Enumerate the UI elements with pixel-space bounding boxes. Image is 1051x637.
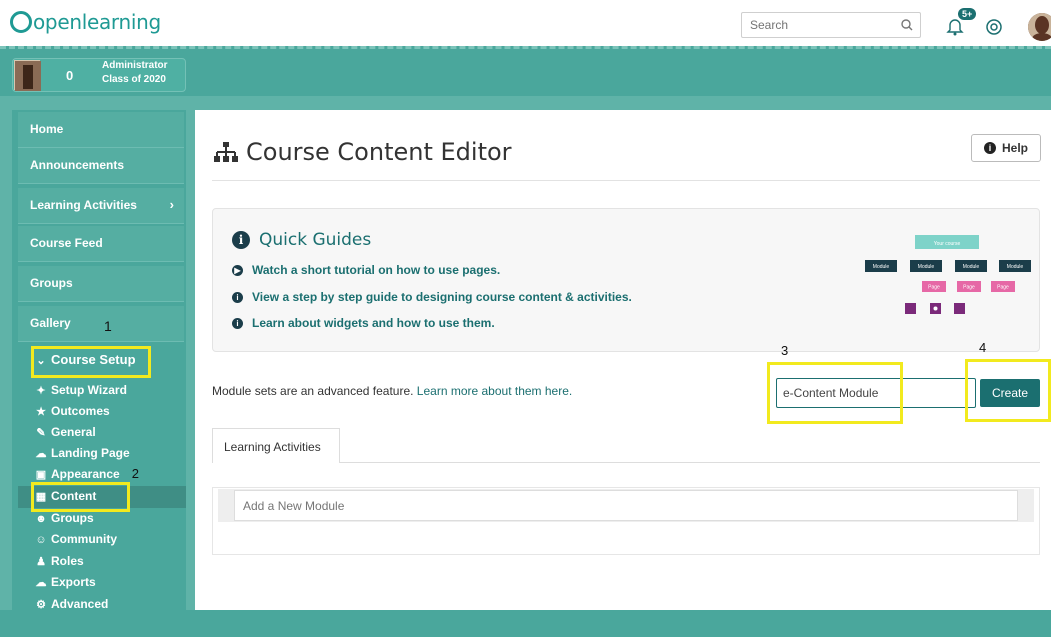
search-input[interactable] <box>742 13 892 37</box>
annotation-4: 4 <box>979 340 987 355</box>
tab-learning-activities[interactable]: Learning Activities <box>212 428 340 463</box>
quick-guides-title-text: Quick Guides <box>259 230 372 250</box>
sidebar-item-label: Advanced <box>51 597 109 611</box>
search-icon[interactable] <box>900 18 914 32</box>
notification-badge: 5+ <box>958 8 977 20</box>
sidebar-item-label: Outcomes <box>51 404 110 418</box>
help-button-label: Help <box>1001 141 1028 155</box>
openlearning-logo[interactable]: openlearning <box>10 8 161 36</box>
sidebar-item-home[interactable]: Home <box>18 112 184 148</box>
user-icon: ♟ <box>36 556 46 568</box>
edit-icon: ✎ <box>36 427 46 439</box>
sidebar-item-setup-wizard[interactable]: ✦ Setup Wizard <box>34 380 184 400</box>
quick-guides-title: i Quick Guides <box>232 230 371 250</box>
sidebar-item-gallery[interactable]: Gallery <box>18 306 184 342</box>
course-structure-diagram: Your course Module Module Module Module … <box>865 235 1031 314</box>
diagram-page-label: Page <box>928 285 940 291</box>
guide-link-text: View a step by step guide to designing c… <box>252 290 632 304</box>
diagram-module-label: Module <box>873 264 890 270</box>
sidebar-item-roles[interactable]: ♟ Roles <box>34 551 184 571</box>
help-button[interactable]: i Help <box>971 134 1041 162</box>
module-sets-note: Module sets are an advanced feature. Lea… <box>212 384 572 398</box>
annotation-box-create <box>965 359 1051 422</box>
page-title-text: Course Content Editor <box>246 138 512 166</box>
sidebar-item-label: Home <box>30 122 64 136</box>
add-module-input[interactable] <box>234 490 1018 521</box>
sidebar-item-label: Landing Page <box>51 446 130 460</box>
sidebar-item-general[interactable]: ✎ General <box>34 422 184 442</box>
user-role-info: Administrator Class of 2020 <box>102 59 168 87</box>
diagram-module-label: Module <box>918 264 935 270</box>
annotation-1: 1 <box>104 318 112 334</box>
sidebar-item-outcomes[interactable]: ★ Outcomes <box>34 401 184 421</box>
sidebar-item-label: Community <box>51 532 117 546</box>
sidebar-item-landing-page[interactable]: ☁ Landing Page <box>34 443 184 463</box>
smile-icon: ☺ <box>35 534 47 546</box>
sidebar-item-label: Exports <box>51 575 96 589</box>
logo-ring-icon <box>10 11 32 33</box>
guide-link-widgets[interactable]: i Learn about widgets and how to use them… <box>232 316 495 330</box>
sidebar-item-label: Setup Wizard <box>51 383 127 397</box>
sidebar-item-label: Groups <box>30 276 73 290</box>
sidebar-item-label: Groups <box>51 511 94 525</box>
diagram-module-label: Module <box>1007 264 1024 270</box>
star-icon: ★ <box>36 406 46 418</box>
users-icon: ☻ <box>35 513 47 525</box>
sidebar-item-course-feed[interactable]: Course Feed <box>18 226 184 262</box>
chevron-right-icon: › <box>169 197 174 212</box>
user-points: 0 <box>66 68 74 83</box>
annotation-box-module-input <box>767 362 903 424</box>
logo-text: openlearning <box>33 10 161 34</box>
sidebar-item-community[interactable]: ☺ Community <box>34 529 184 549</box>
info-icon: i <box>232 317 243 329</box>
sidebar-item-announcements[interactable]: Announcements <box>18 148 184 184</box>
support-icon[interactable] <box>985 18 1003 36</box>
info-icon: i <box>232 231 250 249</box>
footer-strip <box>0 610 1051 637</box>
diagram-page-label: Page <box>963 285 975 291</box>
sidebar-item-label: Course Feed <box>30 236 103 250</box>
sitemap-icon <box>214 142 238 162</box>
divider <box>212 180 1040 181</box>
diagram-module-label: Module <box>963 264 980 270</box>
guide-link-text: Learn about widgets and how to use them. <box>252 316 495 330</box>
tab-divider <box>340 462 1040 463</box>
search-box[interactable] <box>741 12 921 38</box>
module-sets-learn-more-link[interactable]: Learn more about them here. <box>417 384 572 398</box>
sidebar-item-label: Roles <box>51 554 84 568</box>
user-class: Class of 2020 <box>102 74 166 85</box>
sidebar-item-groups[interactable]: Groups <box>18 266 184 302</box>
annotation-3: 3 <box>781 343 789 358</box>
cloud-upload-icon: ☁ <box>35 577 47 589</box>
module-sets-note-text: Module sets are an advanced feature. <box>212 384 417 398</box>
annotation-box-course-setup <box>31 346 151 378</box>
guide-link-text: Watch a short tutorial on how to use pag… <box>252 263 501 277</box>
info-icon: i <box>232 291 243 303</box>
play-icon: ▶ <box>232 264 243 276</box>
user-avatar[interactable] <box>1028 13 1051 41</box>
info-icon: i <box>983 142 996 154</box>
user-profile-picture <box>14 60 41 91</box>
wand-icon: ✦ <box>36 385 46 397</box>
guide-link-step-by-step[interactable]: i View a step by step guide to designing … <box>232 290 632 304</box>
user-role: Administrator <box>102 60 168 71</box>
diagram-page-label: Page <box>997 285 1009 291</box>
cloud-icon: ☁ <box>35 448 47 460</box>
guide-link-tutorial[interactable]: ▶ Watch a short tutorial on how to use pa… <box>232 263 500 277</box>
sidebar-item-label: Announcements <box>30 158 125 172</box>
sidebar-item-exports[interactable]: ☁ Exports <box>34 572 184 592</box>
sidebar-item-label: Appearance <box>51 467 120 481</box>
sidebar-item-label: Gallery <box>30 316 71 330</box>
diagram-root-label: Your course <box>934 241 961 247</box>
annotation-box-content <box>31 482 130 512</box>
sidebar-item-learning-activities[interactable]: Learning Activities › <box>18 188 184 224</box>
sidebar-item-label: Learning Activities <box>30 198 137 212</box>
sidebar-item-appearance[interactable]: ▣ Appearance 2 <box>34 464 184 484</box>
page-title: Course Content Editor <box>214 138 512 166</box>
annotation-2: 2 <box>131 466 139 481</box>
sidebar-item-label: General <box>51 425 96 439</box>
